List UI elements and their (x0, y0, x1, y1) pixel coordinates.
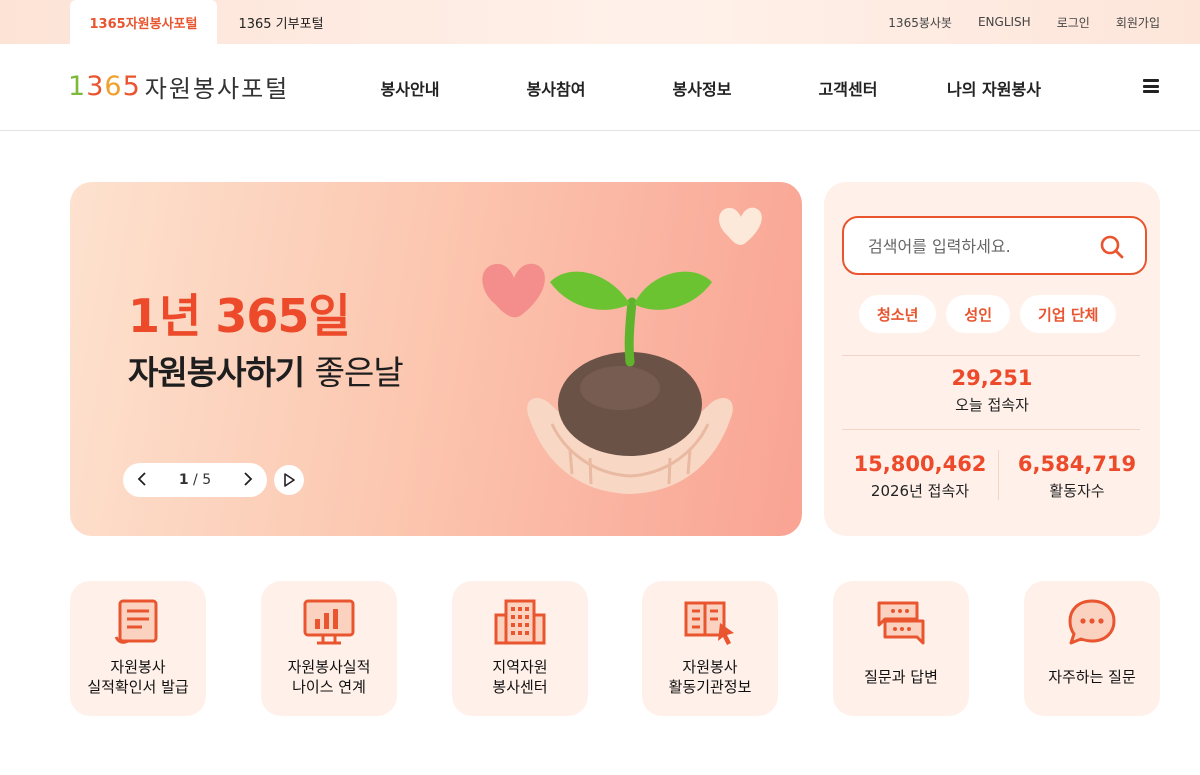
nav-volunteer-guide[interactable]: 봉사안내 (337, 76, 483, 100)
quick-certificate[interactable]: 자원봉사 실적확인서 발급 (70, 581, 206, 716)
filter-youth[interactable]: 청소년 (859, 295, 937, 333)
heart-icon (719, 207, 762, 245)
stat-year-value: 15,800,462 (853, 452, 987, 476)
global-nav: 봉사안내 봉사참여 봉사정보 고객센터 나의 자원봉사 (337, 44, 1067, 131)
divider (842, 355, 1140, 356)
chat-bubbles-icon (877, 601, 925, 645)
speech-bubble-icon (1068, 599, 1116, 645)
logo-number: 1365 (68, 70, 141, 102)
stat-year: 15,800,462 2026년 접속자 (842, 452, 998, 501)
nav-volunteer-info[interactable]: 봉사정보 (629, 76, 775, 100)
quick-faq[interactable]: 자주하는 질문 (1024, 581, 1160, 716)
hero-subtitle-bold: 자원봉사하기 (128, 353, 305, 392)
nav-volunteer-participation[interactable]: 봉사참여 (483, 76, 629, 100)
hero-banner[interactable]: 1년 365일 자원봉사하기 좋은날 1 / 5 (70, 182, 802, 536)
quick-regional-center[interactable]: 지역자원 봉사센터 (452, 581, 588, 716)
book-pointer-icon (684, 601, 734, 645)
utility-bar: 1365자원봉사포털 1365 기부포털 1365봉사봇 ENGLISH 로그인… (0, 0, 1200, 44)
search-stats-panel: 청소년 성인 기업 단체 29,251 오늘 접속자 15,800,462 20… (824, 182, 1160, 536)
hamburger-icon[interactable] (1143, 79, 1159, 93)
filter-adult[interactable]: 성인 (946, 295, 1011, 333)
chevron-left-icon[interactable] (137, 471, 147, 490)
quick-certificate-label: 자원봉사 실적확인서 발급 (87, 658, 189, 696)
audience-filters: 청소년 성인 기업 단체 (859, 295, 1117, 333)
logo-text: 자원봉사포털 (144, 74, 290, 103)
quick-qna-label: 질문과 답변 (864, 668, 938, 686)
filter-corporate[interactable]: 기업 단체 (1020, 295, 1117, 333)
monitor-chart-icon (303, 599, 355, 645)
slide-pager: 1 / 5 (123, 463, 267, 497)
building-icon (494, 599, 546, 645)
search-input[interactable] (868, 234, 1088, 258)
tab-donation-portal[interactable]: 1365 기부포털 (226, 0, 336, 44)
hero-title: 1년 365일 (128, 289, 351, 343)
stat-today-value: 29,251 (951, 366, 1033, 390)
sprout-in-hands-illustration (482, 207, 762, 494)
quick-qna[interactable]: 질문과 답변 (833, 581, 969, 716)
stat-year-label: 2026년 접속자 (870, 482, 970, 500)
slide-counter: 1 / 5 (178, 472, 212, 488)
login-link[interactable]: 로그인 (1057, 14, 1090, 31)
nav-my-volunteer[interactable]: 나의 자원봉사 (921, 76, 1067, 100)
signup-link[interactable]: 회원가입 (1116, 14, 1160, 31)
certificate-scroll-icon (114, 599, 158, 644)
stat-active-value: 6,584,719 (1017, 452, 1137, 476)
heart-icon (482, 263, 545, 318)
quick-regional-center-label: 지역자원 봉사센터 (492, 658, 548, 696)
search-icon[interactable] (1099, 234, 1125, 264)
chevron-right-icon[interactable] (243, 471, 253, 490)
quick-org-info-label: 자원봉사 활동기관정보 (668, 658, 752, 696)
quick-neis-link[interactable]: 자원봉사실적 나이스 연계 (261, 581, 397, 716)
hero-subtitle: 자원봉사하기 좋은날 (128, 346, 404, 394)
stat-today-label: 오늘 접속자 (955, 396, 1029, 414)
chatbot-link[interactable]: 1365봉사봇 (888, 14, 952, 31)
stat-today: 29,251 오늘 접속자 (824, 366, 1160, 415)
site-logo[interactable]: 1365 자원봉사포털 (68, 68, 289, 104)
stat-active: 6,584,719 활동자수 (999, 452, 1155, 501)
tab-volunteer-portal[interactable]: 1365자원봉사포털 (70, 0, 217, 44)
utility-links: 1365봉사봇 ENGLISH 로그인 회원가입 (888, 0, 1160, 44)
english-link[interactable]: ENGLISH (978, 15, 1031, 29)
hero-subtitle-light: 좋은날 (314, 353, 404, 392)
play-button[interactable] (274, 465, 304, 495)
search-box (842, 216, 1147, 275)
divider (842, 429, 1140, 430)
play-icon (284, 473, 295, 487)
quick-faq-label: 자주하는 질문 (1048, 668, 1136, 686)
quick-neis-label: 자원봉사실적 나이스 연계 (287, 658, 371, 696)
stat-active-label: 활동자수 (1049, 482, 1105, 500)
quick-org-info[interactable]: 자원봉사 활동기관정보 (642, 581, 778, 716)
main-header: 1365 자원봉사포털 봉사안내 봉사참여 봉사정보 고객센터 나의 자원봉사 (0, 44, 1200, 131)
nav-customer-center[interactable]: 고객센터 (775, 76, 921, 100)
